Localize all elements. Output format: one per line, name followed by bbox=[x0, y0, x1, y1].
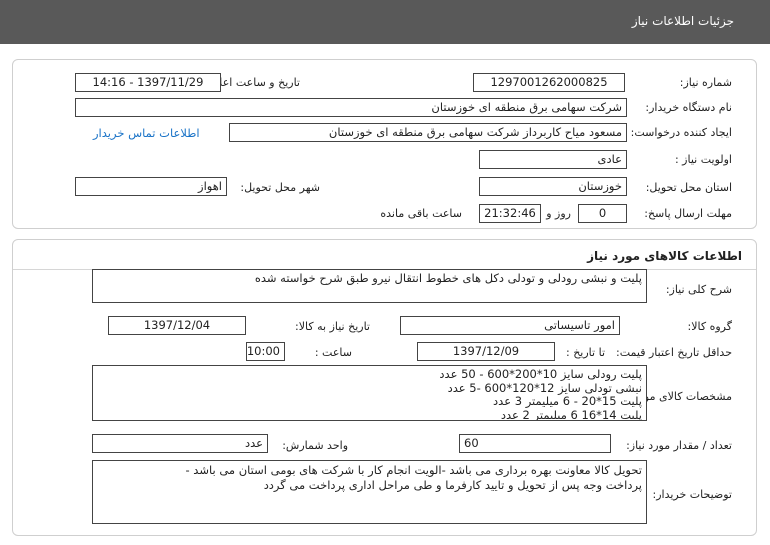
unit-field: عدد bbox=[92, 434, 268, 453]
validity-date-field: 1397/12/09 bbox=[417, 342, 555, 361]
specs-field: پلیت رودلی سایز 10*200*600 - 50 عدد نبشی… bbox=[92, 365, 647, 421]
to-date-label: تا تاریخ : bbox=[566, 346, 605, 359]
remaining-label: ساعت باقی مانده bbox=[380, 207, 462, 220]
qty-field: 60 bbox=[459, 434, 611, 453]
province-label: استان محل تحویل: bbox=[645, 181, 732, 194]
buyer-label: نام دستگاه خریدار: bbox=[645, 101, 732, 114]
need-number-label: شماره نیاز: bbox=[679, 76, 732, 89]
province-field: خوزستان bbox=[479, 177, 627, 196]
summary-label: شرح کلی نیاز: bbox=[665, 283, 732, 296]
specs-line: پلیت 14*16 6 میلیمتر 2 عدد bbox=[500, 407, 642, 421]
deadline-label: مهلت ارسال پاسخ: bbox=[644, 207, 732, 220]
page-title: جزئیات اطلاعات نیاز bbox=[631, 14, 734, 28]
announce-field: 1397/11/29 - 14:16 bbox=[75, 73, 221, 92]
notes-label: توضیحات خریدار: bbox=[652, 488, 733, 501]
need-date-field: 1397/12/04 bbox=[108, 316, 246, 335]
specs-line: پلیت رودلی سایز 10*200*600 - 50 عدد bbox=[439, 367, 642, 381]
requester-label: ایجاد کننده درخواست: bbox=[630, 126, 732, 139]
notes-field: تحویل کالا معاونت بهره برداری می باشد -ا… bbox=[92, 460, 647, 524]
group-field: امور تاسیساتی bbox=[400, 316, 620, 335]
days-and-label: روز و bbox=[546, 207, 571, 220]
goods-section-title: اطلاعات کالاهای مورد نیاز bbox=[587, 249, 742, 263]
requester-field: مسعود میاح کاربرداز شرکت سهامی برق منطقه… bbox=[229, 123, 627, 142]
qty-label: تعداد / مقدار مورد نیاز: bbox=[626, 439, 732, 452]
validity-label: حداقل تاریخ اعتبار قیمت: bbox=[616, 346, 732, 359]
group-label: گروه کالا: bbox=[687, 320, 732, 333]
validity-time-label: ساعت : bbox=[314, 346, 352, 359]
need-number-field: 1297001262000825 bbox=[473, 73, 625, 92]
specs-line: پلیت 15*20 - 6 میلیمتر 3 عدد bbox=[493, 394, 642, 408]
page-header: جزئیات اطلاعات نیاز bbox=[0, 0, 770, 44]
deadline-days-field: 0 bbox=[578, 204, 627, 223]
validity-time-field: 10:00 bbox=[246, 342, 285, 361]
specs-line: نبشی تودلی سایز 12*120*600 -5 عدد bbox=[447, 380, 642, 395]
summary-field: پلیت و نبشی رودلی و تودلی دکل های خطوط ا… bbox=[92, 269, 647, 303]
buyer-field: شرکت سهامی برق منطقه ای خوزستان bbox=[75, 98, 627, 117]
city-label: شهر محل تحویل: bbox=[240, 181, 320, 194]
priority-label: اولویت نیاز : bbox=[674, 153, 732, 166]
need-date-label: تاریخ نیاز به کالا: bbox=[295, 320, 370, 333]
deadline-time-field: 21:32:46 bbox=[479, 204, 541, 223]
goods-info-panel: اطلاعات کالاهای مورد نیاز شرح کلی نیاز: … bbox=[12, 239, 757, 536]
buyer-contact-link[interactable]: اطلاعات تماس خریدار bbox=[93, 126, 200, 140]
notes-line: تحویل کالا معاونت بهره برداری می باشد -ا… bbox=[185, 463, 642, 477]
unit-label: واحد شمارش: bbox=[282, 439, 348, 452]
notes-line: پرداخت وجه پس از تحویل و تایید کارفرما و… bbox=[263, 478, 642, 492]
city-field: اهواز bbox=[75, 177, 227, 196]
priority-field: عادی bbox=[479, 150, 627, 169]
need-info-panel: شماره نیاز: 1297001262000825 تاریخ و ساع… bbox=[12, 59, 757, 229]
